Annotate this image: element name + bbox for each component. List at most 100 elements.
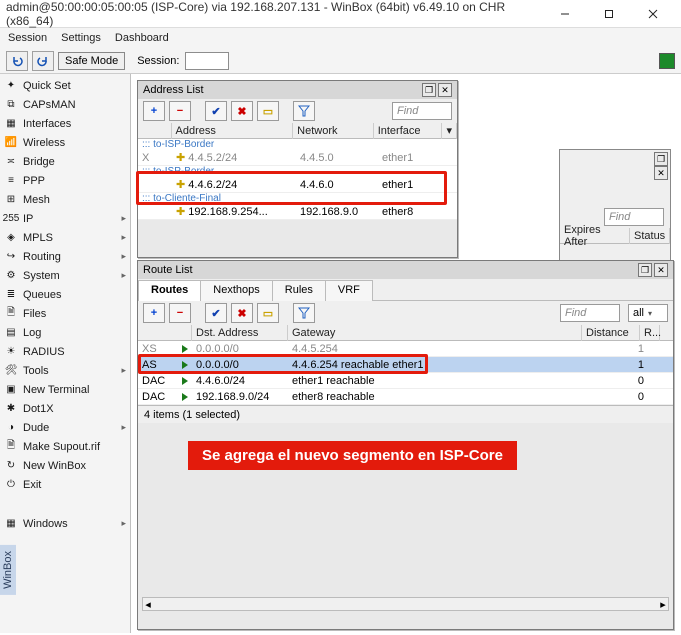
sidebar-item-mesh[interactable]: ⊞ Mesh xyxy=(0,190,130,209)
sidebar-item-make-supout-rif[interactable]: 🗎Make Supout.rif xyxy=(0,437,130,456)
address-row[interactable]: X✚ 4.4.5.2/244.4.5.0ether1 xyxy=(138,150,457,166)
address-row[interactable]: ✚ 4.4.6.2/244.4.6.0ether1 xyxy=(138,177,457,193)
sidebar-item-routing[interactable]: ↪Routing xyxy=(0,247,130,266)
sidebar-item-log[interactable]: ▤Log xyxy=(0,323,130,342)
sidebar-item-dude[interactable]: ◑Dude xyxy=(0,418,130,437)
wand-icon: ✦ xyxy=(4,79,18,93)
remove-button[interactable]: − xyxy=(169,101,191,121)
sidebar-item-new-winbox[interactable]: ↻New WinBox xyxy=(0,456,130,475)
routing-table-selector[interactable]: all xyxy=(628,304,668,322)
annotation-callout: Se agrega el nuevo segmento en ISP-Core xyxy=(188,441,517,470)
route-row[interactable]: AS0.0.0.0/04.4.6.254 reachable ether11 xyxy=(138,357,673,373)
exit-icon: ⏻ xyxy=(4,478,18,492)
route-find-input[interactable]: Find xyxy=(560,304,620,322)
sidebar-item-interfaces[interactable]: ▦Interfaces xyxy=(0,114,130,133)
col-dst[interactable]: Dst. Address xyxy=(192,325,288,341)
col-gateway[interactable]: Gateway xyxy=(288,325,582,341)
comment-button[interactable]: ▭ xyxy=(257,101,279,121)
sidebar-item-wireless[interactable]: 📶Wireless xyxy=(0,133,130,152)
sidebar-item-files[interactable]: 🗎Files xyxy=(0,304,130,323)
sidebar-item-capsman[interactable]: ⧉CAPsMAN xyxy=(0,95,130,114)
filter-button[interactable] xyxy=(293,101,315,121)
sidebar-item-radius[interactable]: ☀RADIUS xyxy=(0,342,130,361)
sidebar-item-new-terminal[interactable]: ▣New Terminal xyxy=(0,380,130,399)
sidebar-item-label: Queues xyxy=(23,289,62,301)
route-statusbar: 4 items (1 selected) xyxy=(138,405,673,423)
address-list-close-icon[interactable]: ✕ xyxy=(438,83,452,97)
undo-button[interactable] xyxy=(6,51,28,71)
sidebar-item-bridge[interactable]: ≍Bridge xyxy=(0,152,130,171)
route-list-close-icon[interactable]: ✕ xyxy=(654,263,668,277)
enable-button[interactable]: ✔ xyxy=(205,101,227,121)
sidebar-item-windows[interactable]: ▦Windows xyxy=(0,514,130,533)
sidebar-item-label: Interfaces xyxy=(23,118,71,130)
sidebar-item-label: PPP xyxy=(23,175,45,187)
bg-restore-icon[interactable]: ❐ xyxy=(654,152,668,166)
route-filter-button[interactable] xyxy=(293,303,315,323)
sidebar-item-dot1x[interactable]: ✱Dot1X xyxy=(0,399,130,418)
col-distance[interactable]: Distance xyxy=(582,325,640,341)
winbox-vertical-tab[interactable]: WinBox xyxy=(0,545,16,595)
col-r[interactable]: R... xyxy=(640,325,660,341)
address-list-toolbar: + − ✔ ✖ ▭ Find xyxy=(138,99,457,123)
route-active-icon xyxy=(182,343,196,355)
address-list-restore-icon[interactable]: ❐ xyxy=(422,83,436,97)
route-row[interactable]: XS0.0.0.0/04.4.5.2541 xyxy=(138,341,673,357)
sidebar-item-mpls[interactable]: ◈MPLS xyxy=(0,228,130,247)
maximize-button[interactable] xyxy=(587,1,631,27)
tab-vrf[interactable]: VRF xyxy=(325,280,373,301)
close-button[interactable] xyxy=(631,1,675,27)
col-address[interactable]: Address xyxy=(172,123,294,139)
bg-close-icon[interactable]: ✕ xyxy=(654,166,668,180)
address-row[interactable]: ✚ 192.168.9.254...192.168.9.0ether8 xyxy=(138,204,457,220)
session-field[interactable] xyxy=(185,52,229,70)
address-row-comment: ::: to-Cliente-Final xyxy=(138,193,457,204)
sidebar-item-label: Exit xyxy=(23,479,41,491)
menu-session[interactable]: Session xyxy=(8,32,47,44)
route-list-title[interactable]: Route List ❐ ✕ xyxy=(138,261,673,279)
route-row[interactable]: DAC192.168.9.0/24ether8 reachable0 xyxy=(138,389,673,405)
address-find-input[interactable]: Find xyxy=(392,102,452,120)
minimize-button[interactable] xyxy=(543,1,587,27)
menubar: Session Settings Dashboard xyxy=(0,28,681,48)
tab-rules[interactable]: Rules xyxy=(272,280,326,301)
sidebar-item-ppp[interactable]: ≡PPP xyxy=(0,171,130,190)
safe-mode-button[interactable]: Safe Mode xyxy=(58,52,125,70)
route-row[interactable]: DAC4.4.6.0/24ether1 reachable0 xyxy=(138,373,673,389)
sidebar-item-label: Mesh xyxy=(23,194,50,206)
sidebar-item-tools[interactable]: 🛠Tools xyxy=(0,361,130,380)
sidebar-item-label: Dude xyxy=(23,422,49,434)
address-list-title[interactable]: Address List ❐ ✕ xyxy=(138,81,457,99)
col-network[interactable]: Network xyxy=(293,123,374,139)
redo-button[interactable] xyxy=(32,51,54,71)
cell-dst: 0.0.0.0/0 xyxy=(196,343,292,355)
tab-routes[interactable]: Routes xyxy=(138,280,201,301)
bg-col-status[interactable]: Status xyxy=(630,228,670,244)
sidebar-item-system[interactable]: ⚙System xyxy=(0,266,130,285)
tab-nexthops[interactable]: Nexthops xyxy=(200,280,272,301)
route-hscrollbar[interactable]: ◂ ▸ xyxy=(142,597,669,611)
route-remove-button[interactable]: − xyxy=(169,303,191,323)
col-interface[interactable]: Interface xyxy=(374,123,443,139)
sidebar-item-label: CAPsMAN xyxy=(23,99,76,111)
route-enable-button[interactable]: ✔ xyxy=(205,303,227,323)
bg-col-expires[interactable]: Expires After xyxy=(560,228,630,244)
sidebar-item-quick-set[interactable]: ✦Quick Set xyxy=(0,76,130,95)
route-list-restore-icon[interactable]: ❐ xyxy=(638,263,652,277)
menu-dashboard[interactable]: Dashboard xyxy=(115,32,169,44)
menu-settings[interactable]: Settings xyxy=(61,32,101,44)
route-comment-button[interactable]: ▭ xyxy=(257,303,279,323)
mesh-icon: ⊞ xyxy=(4,193,18,207)
route-disable-button[interactable]: ✖ xyxy=(231,303,253,323)
sidebar-item-exit[interactable]: ⏻ Exit xyxy=(0,475,130,494)
add-button[interactable]: + xyxy=(143,101,165,121)
route-flag: XS xyxy=(142,343,182,355)
route-add-button[interactable]: + xyxy=(143,303,165,323)
cell-distance: 1 xyxy=(586,343,644,355)
route-active-icon xyxy=(182,375,196,387)
cell-interface: ether1 xyxy=(382,152,452,164)
sidebar-item-ip[interactable]: 255IP xyxy=(0,209,130,228)
sidebar-item-label: New WinBox xyxy=(23,460,86,472)
sidebar-item-queues[interactable]: ≣Queues xyxy=(0,285,130,304)
disable-button[interactable]: ✖ xyxy=(231,101,253,121)
